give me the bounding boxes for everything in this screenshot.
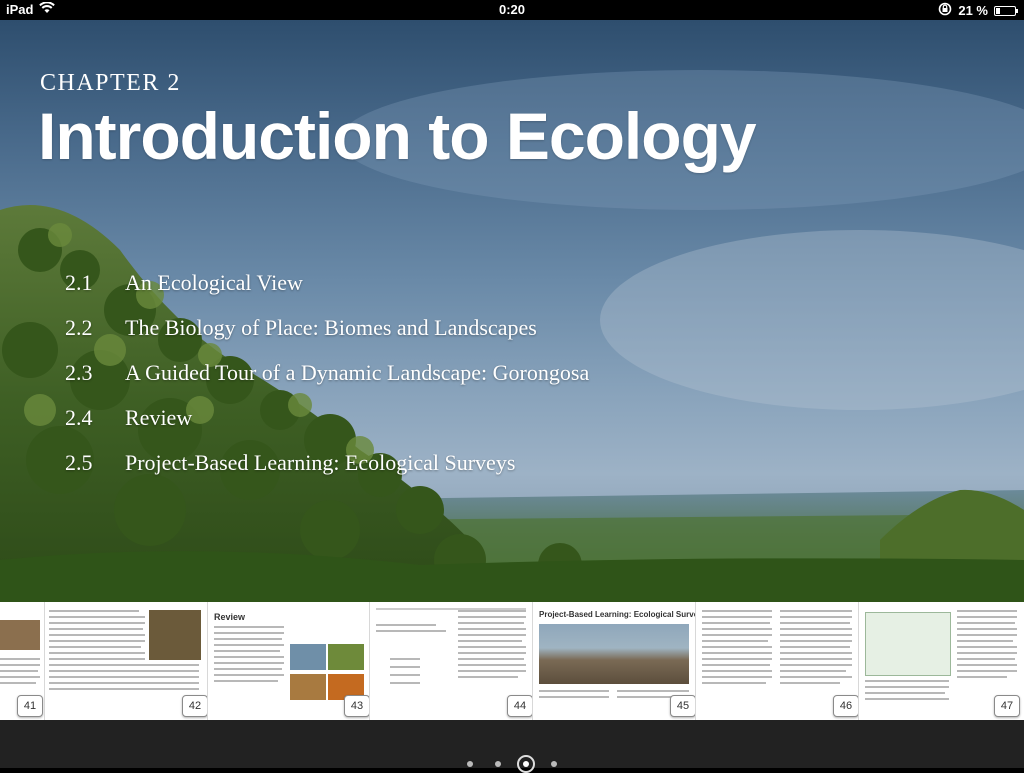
pbl-heading: Project-Based Learning: Ecological Surve… [539, 610, 696, 619]
page-number: 44 [507, 695, 532, 717]
page-thumbnail-47[interactable]: 47 [859, 602, 1024, 720]
battery-icon [994, 5, 1018, 16]
page-number: 41 [17, 695, 43, 717]
page-number: 45 [670, 695, 695, 717]
chapter-cover: CHAPTER 2 Introduction to Ecology 2.1 An… [0, 20, 1024, 602]
section-title: A Guided Tour of a Dynamic Landscape: Go… [125, 359, 590, 385]
quiz-image [290, 674, 326, 700]
page-indicator [0, 720, 1024, 773]
page-thumbnail-42[interactable]: 42 [45, 602, 208, 720]
page-thumbnail-strip: 41 42 Review 43 44 Project-Based Learnin… [0, 602, 1024, 720]
section-title: An Ecological View [125, 269, 303, 295]
quiz-image [290, 644, 326, 670]
thumbnail-photo [0, 620, 40, 650]
rotation-lock-icon [938, 2, 952, 19]
section-link-2-4[interactable]: 2.4 Review [65, 395, 589, 440]
section-link-2-5[interactable]: 2.5 Project-Based Learning: Ecological S… [65, 440, 589, 485]
section-number: 2.2 [65, 314, 93, 340]
page-dot-2[interactable] [495, 761, 501, 767]
page-number: 46 [833, 695, 858, 717]
clock: 0:20 [498, 2, 526, 17]
page-dot-3-active[interactable] [517, 755, 535, 773]
chapter-label: CHAPTER 2 [40, 70, 181, 96]
cheetah-photo [149, 610, 201, 660]
section-title: Review [125, 404, 193, 430]
chapter-title: Introduction to Ecology [38, 99, 757, 173]
section-title: The Biology of Place: Biomes and Landsca… [125, 314, 537, 340]
section-number: 2.5 [65, 449, 93, 475]
section-number: 2.3 [65, 359, 93, 385]
page-thumbnail-46[interactable]: 46 [696, 602, 859, 720]
section-list: 2.1 An Ecological View 2.2 The Biology o… [65, 260, 589, 485]
field-survey-photo [539, 624, 689, 684]
page-dot-4[interactable] [551, 761, 557, 767]
section-link-2-1[interactable]: 2.1 An Ecological View [65, 260, 589, 305]
section-number: 2.1 [65, 269, 93, 295]
page-thumbnail-41[interactable]: 41 [0, 602, 45, 720]
page-number: 42 [182, 695, 207, 717]
section-link-2-2[interactable]: 2.2 The Biology of Place: Biomes and Lan… [65, 305, 589, 350]
battery-percent: 21 % [958, 3, 988, 18]
page-dot-1[interactable] [467, 761, 473, 767]
section-link-2-3[interactable]: 2.3 A Guided Tour of a Dynamic Landscape… [65, 350, 589, 395]
page-thumbnail-43[interactable]: Review 43 [208, 602, 370, 720]
page-thumbnail-45[interactable]: Project-Based Learning: Ecological Surve… [533, 602, 696, 720]
page-number: 47 [994, 695, 1020, 717]
page-thumbnail-44[interactable]: 44 [370, 602, 533, 720]
review-heading: Review [214, 612, 246, 622]
section-number: 2.4 [65, 404, 93, 430]
status-bar: iPad 0:20 21 % [0, 0, 1024, 20]
data-table-image [865, 612, 951, 676]
quiz-image [328, 644, 364, 670]
section-title: Project-Based Learning: Ecological Surve… [125, 449, 516, 475]
page-number: 43 [344, 695, 369, 717]
